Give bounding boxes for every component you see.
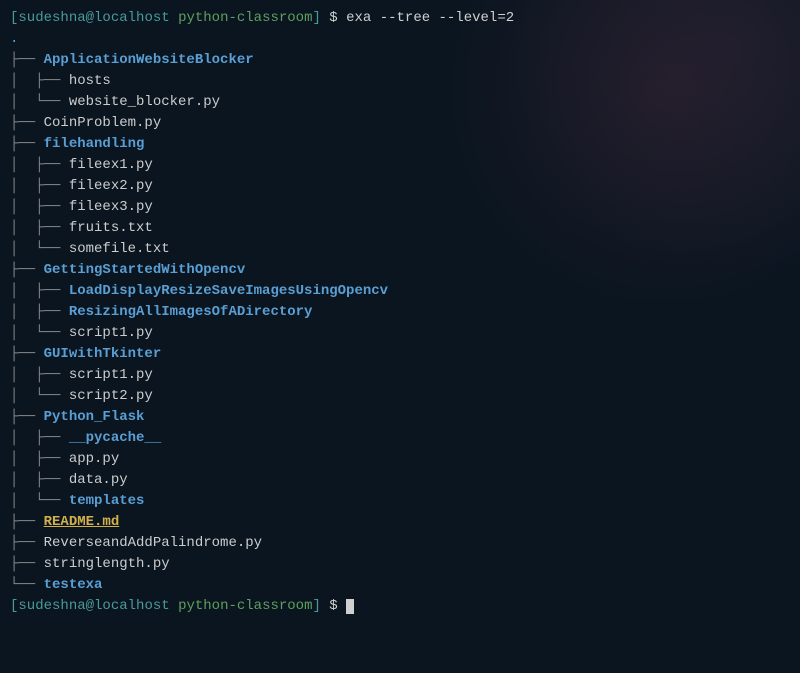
tree-row: │ └── script2.py xyxy=(10,386,790,407)
tree-row: ├── Python_Flask xyxy=(10,407,790,428)
tree-row: │ ├── __pycache__ xyxy=(10,428,790,449)
file-item: website_blocker.py xyxy=(69,94,220,110)
file-item: stringlength.py xyxy=(44,556,170,572)
tree-branch-icon: │ ├── xyxy=(10,283,69,299)
folder-icon: GUIwithTkinter xyxy=(44,346,162,362)
tree-row: │ └── somefile.txt xyxy=(10,239,790,260)
readme-file: README.md xyxy=(44,514,120,530)
tree-row: └── testexa xyxy=(10,575,790,596)
tree-branch-icon: └── xyxy=(10,577,44,593)
tree-row: ├── stringlength.py xyxy=(10,554,790,575)
tree-row: │ └── script1.py xyxy=(10,323,790,344)
tree-branch-icon: │ └── xyxy=(10,388,69,404)
tree-branch-icon: ├── xyxy=(10,535,44,551)
file-item: script1.py xyxy=(69,325,153,341)
file-item: data.py xyxy=(69,472,128,488)
file-item: app.py xyxy=(69,451,119,467)
tree-branch-icon: ├── xyxy=(10,556,44,572)
tree-branch-icon: ├── xyxy=(10,346,44,362)
folder-icon: ApplicationWebsiteBlocker xyxy=(44,52,254,68)
tree-row: │ ├── hosts xyxy=(10,71,790,92)
tree-root: . xyxy=(10,29,790,50)
tree-branch-icon: │ ├── xyxy=(10,178,69,194)
tree-branch-icon: │ ├── xyxy=(10,73,69,89)
tree-branch-icon: │ ├── xyxy=(10,451,69,467)
folder-icon: testexa xyxy=(44,577,103,593)
cursor-icon xyxy=(346,599,354,614)
folder-icon: filehandling xyxy=(44,136,145,152)
tree-branch-icon: │ └── xyxy=(10,325,69,341)
file-item: fileex1.py xyxy=(69,157,153,173)
tree-branch-icon: │ ├── xyxy=(10,220,69,236)
tree-branch-icon: ├── xyxy=(10,136,44,152)
tree-branch-icon: ├── xyxy=(10,262,44,278)
tree-branch-icon: │ ├── xyxy=(10,430,69,446)
folder-icon: GettingStartedWithOpencv xyxy=(44,262,246,278)
tree-row: ├── CoinProblem.py xyxy=(10,113,790,134)
tree-row: ├── ApplicationWebsiteBlocker xyxy=(10,50,790,71)
tree-output: ├── ApplicationWebsiteBlocker│ ├── hosts… xyxy=(10,50,790,596)
command-text: exa --tree --level=2 xyxy=(346,10,514,26)
tree-row: │ ├── fileex1.py xyxy=(10,155,790,176)
tree-branch-icon: ├── xyxy=(10,52,44,68)
tree-branch-icon: │ ├── xyxy=(10,367,69,383)
file-item: script1.py xyxy=(69,367,153,383)
file-item: fruits.txt xyxy=(69,220,153,236)
prompt-host: localhost xyxy=(94,10,170,26)
file-item: hosts xyxy=(69,73,111,89)
folder-icon: templates xyxy=(69,493,145,509)
tree-row: │ └── templates xyxy=(10,491,790,512)
file-item: script2.py xyxy=(69,388,153,404)
tree-row: │ ├── LoadDisplayResizeSaveImagesUsingOp… xyxy=(10,281,790,302)
tree-branch-icon: │ └── xyxy=(10,493,69,509)
file-item: CoinProblem.py xyxy=(44,115,162,131)
tree-branch-icon: ├── xyxy=(10,409,44,425)
tree-row: │ ├── fileex3.py xyxy=(10,197,790,218)
tree-row: ├── README.md xyxy=(10,512,790,533)
tree-row: │ ├── fruits.txt xyxy=(10,218,790,239)
tree-row: │ ├── fileex2.py xyxy=(10,176,790,197)
tree-root-dot: . xyxy=(10,31,18,47)
tree-branch-icon: │ ├── xyxy=(10,304,69,320)
prompt-line-1: [sudeshna@localhost python-classroom] $ … xyxy=(10,8,790,29)
prompt-line-2[interactable]: [sudeshna@localhost python-classroom] $ xyxy=(10,596,790,617)
tree-branch-icon: │ ├── xyxy=(10,199,69,215)
prompt-at: @ xyxy=(86,10,94,26)
tree-row: │ ├── app.py xyxy=(10,449,790,470)
prompt-user: sudeshna xyxy=(18,10,85,26)
tree-branch-icon: ├── xyxy=(10,115,44,131)
file-item: ReverseandAddPalindrome.py xyxy=(44,535,262,551)
tree-row: ├── GUIwithTkinter xyxy=(10,344,790,365)
folder-icon: LoadDisplayResizeSaveImagesUsingOpencv xyxy=(69,283,388,299)
folder-icon: ResizingAllImagesOfADirectory xyxy=(69,304,313,320)
bracket-close: ] xyxy=(312,10,320,26)
tree-row: │ └── website_blocker.py xyxy=(10,92,790,113)
tree-branch-icon: │ └── xyxy=(10,241,69,257)
prompt-cwd: python-classroom xyxy=(178,10,312,26)
tree-branch-icon: │ ├── xyxy=(10,472,69,488)
tree-branch-icon: │ └── xyxy=(10,94,69,110)
tree-row: ├── filehandling xyxy=(10,134,790,155)
file-item: somefile.txt xyxy=(69,241,170,257)
tree-branch-icon: ├── xyxy=(10,514,44,530)
tree-row: │ ├── ResizingAllImagesOfADirectory xyxy=(10,302,790,323)
tree-row: ├── ReverseandAddPalindrome.py xyxy=(10,533,790,554)
file-item: fileex2.py xyxy=(69,178,153,194)
tree-row: ├── GettingStartedWithOpencv xyxy=(10,260,790,281)
prompt-dollar: $ xyxy=(321,10,346,26)
tree-row: │ ├── script1.py xyxy=(10,365,790,386)
tree-branch-icon: │ ├── xyxy=(10,157,69,173)
tree-row: │ ├── data.py xyxy=(10,470,790,491)
folder-icon: __pycache__ xyxy=(69,430,161,446)
folder-icon: Python_Flask xyxy=(44,409,145,425)
file-item: fileex3.py xyxy=(69,199,153,215)
